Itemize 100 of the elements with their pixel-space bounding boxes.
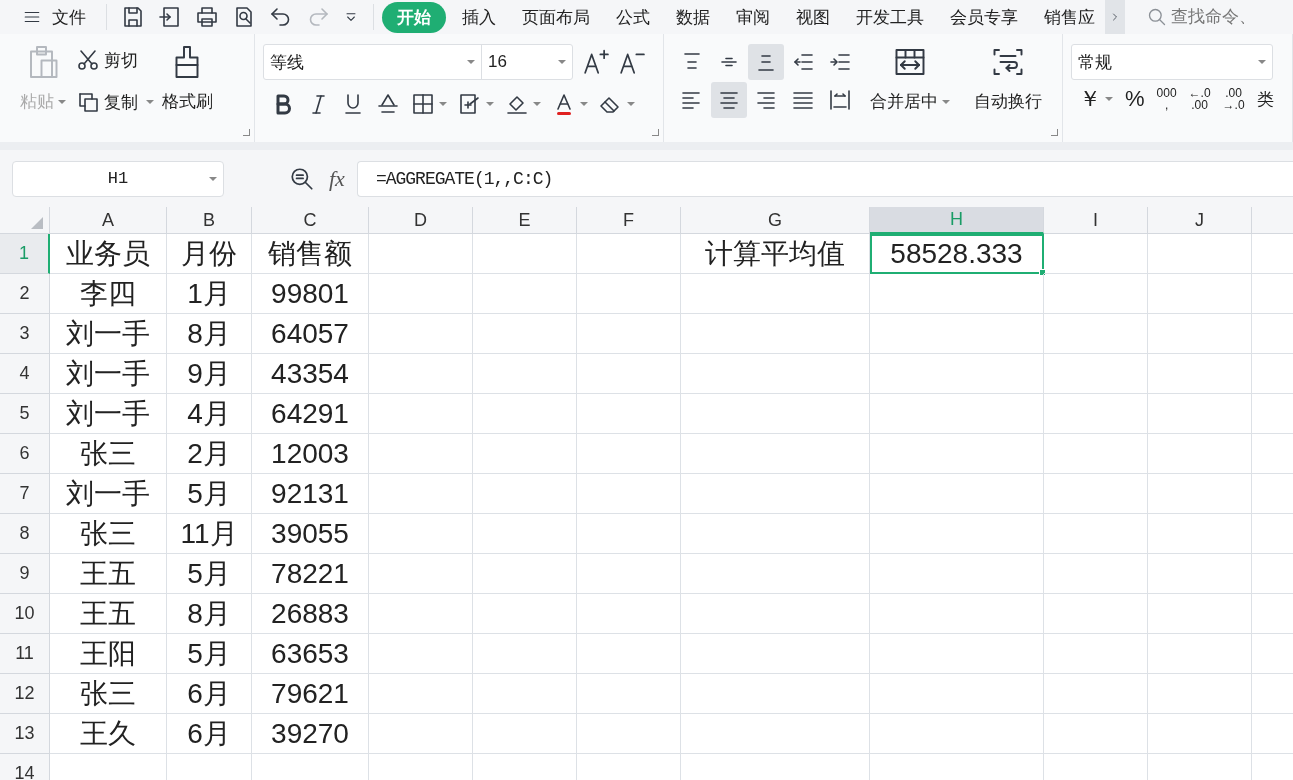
table-cell: 92131 <box>252 474 369 514</box>
align-bottom-button[interactable] <box>748 44 784 80</box>
row-header[interactable]: 2 <box>0 274 50 314</box>
row-header[interactable]: 6 <box>0 434 50 474</box>
table-cell: 11月 <box>167 514 252 554</box>
increase-font-size-icon[interactable] <box>583 49 609 75</box>
row-header[interactable]: 3 <box>0 314 50 354</box>
table-cell: 刘一手 <box>50 474 167 514</box>
row-header[interactable]: 14 <box>0 754 50 780</box>
table-cell: 6月 <box>167 714 252 754</box>
table-cell: 43354 <box>252 354 369 394</box>
font-size-dropdown[interactable]: 16 <box>482 45 572 79</box>
table-cell: 78221 <box>252 554 369 594</box>
borders-icon[interactable] <box>411 92 435 116</box>
row-header[interactable]: 8 <box>0 514 50 554</box>
table-cell: 5月 <box>167 554 252 594</box>
row-header[interactable]: 5 <box>0 394 50 434</box>
column-header[interactable]: C <box>252 207 369 234</box>
table-cell: 6月 <box>167 674 252 714</box>
table-cell: 刘一手 <box>50 354 167 394</box>
table-cell: 39055 <box>252 514 369 554</box>
table-cell: 月份 <box>167 234 252 274</box>
copy-button[interactable]: 复制 <box>76 86 154 118</box>
table-cell: 张三 <box>50 434 167 474</box>
distributed-icon <box>828 88 852 112</box>
ribbon-tab[interactable]: 公式 <box>606 1 660 33</box>
ribbon-tab[interactable]: 视图 <box>786 1 840 33</box>
copy-icon <box>76 90 100 114</box>
ribbon-tab[interactable]: 开发工具 <box>846 1 934 33</box>
format-painter-button[interactable]: 格式刷 <box>162 44 212 142</box>
search-icon <box>1147 7 1167 27</box>
table-cell: 王五 <box>50 594 167 634</box>
table-cell: 王久 <box>50 714 167 754</box>
decrease-decimal-button[interactable]: .00 →.0 <box>1222 88 1245 111</box>
table-cell: 计算平均值 <box>681 234 870 274</box>
row-header[interactable]: 7 <box>0 474 50 514</box>
row-header[interactable]: 13 <box>0 714 50 754</box>
type-label[interactable]: 类 <box>1256 88 1274 111</box>
column-header[interactable]: I <box>1044 207 1148 234</box>
number-format-dropdown[interactable]: 常规 <box>1071 44 1273 80</box>
ribbon-tab[interactable]: 审阅 <box>726 1 780 33</box>
save-icon[interactable] <box>121 5 145 29</box>
font-name-dropdown[interactable]: 等线 <box>264 45 482 79</box>
ribbon-tab[interactable]: 数据 <box>666 1 720 33</box>
table-cell: 8月 <box>167 314 252 354</box>
scissors-icon <box>76 48 100 72</box>
table-cell: 张三 <box>50 674 167 714</box>
table-cell: 64057 <box>252 314 369 354</box>
table-cell: 12003 <box>252 434 369 474</box>
column-header[interactable]: F <box>577 207 681 234</box>
table-cell: 张三 <box>50 514 167 554</box>
wrap-text-button[interactable]: 自动换行 <box>962 44 1054 142</box>
column-header[interactable]: B <box>167 207 252 234</box>
row-header[interactable]: 12 <box>0 674 50 714</box>
table-cell: 业务员 <box>50 234 167 274</box>
name-box[interactable]: H1 <box>12 160 224 197</box>
export-icon[interactable] <box>158 5 182 29</box>
table-cell: 2月 <box>167 434 252 474</box>
table-cell: 64291 <box>252 394 369 434</box>
row-header[interactable]: 9 <box>0 554 50 594</box>
print-icon[interactable] <box>195 5 219 29</box>
table-cell: 销售额 <box>252 234 369 274</box>
table-cell: 5月 <box>167 474 252 514</box>
column-header[interactable]: D <box>369 207 473 234</box>
table-cell: 1月 <box>167 274 252 314</box>
table-cell: 99801 <box>252 274 369 314</box>
table-cell: 王五 <box>50 554 167 594</box>
thousands-separator-button[interactable]: 000 , <box>1156 88 1177 111</box>
table-cell: 26883 <box>252 594 369 634</box>
file-menu[interactable]: 文件 <box>0 5 98 29</box>
align-center-button[interactable] <box>711 82 747 118</box>
table-cell[interactable]: 58528.333 <box>870 234 1044 274</box>
ribbon-tab[interactable]: 销售应 <box>1034 1 1105 33</box>
table-cell: 63653 <box>252 634 369 674</box>
currency-button[interactable]: ￥ <box>1079 89 1113 110</box>
table-cell: 5月 <box>167 634 252 674</box>
zoom-icon[interactable] <box>289 165 315 192</box>
cell-style-icon[interactable] <box>458 92 482 116</box>
ribbon-tab[interactable]: 会员专享 <box>940 1 1028 33</box>
table-cell: 8月 <box>167 594 252 634</box>
percent-button[interactable]: % <box>1125 89 1145 110</box>
command-search-field[interactable]: 查找命令、 <box>1147 7 1293 27</box>
column-header[interactable]: E <box>473 207 577 234</box>
ribbon-tab[interactable]: 页面布局 <box>512 1 600 33</box>
row-header[interactable]: 10 <box>0 594 50 634</box>
merge-center-button[interactable]: 合并居中 <box>864 44 956 142</box>
column-header[interactable]: G <box>681 207 870 234</box>
table-cell: 刘一手 <box>50 314 167 354</box>
strikethrough-icon[interactable] <box>376 92 400 116</box>
column-header[interactable]: J <box>1148 207 1252 234</box>
row-header[interactable]: 11 <box>0 634 50 674</box>
table-cell: 李四 <box>50 274 167 314</box>
table-cell: 79621 <box>252 674 369 714</box>
ribbon-tab[interactable]: 插入 <box>452 1 506 33</box>
increase-decimal-button[interactable]: ←.0 .00 <box>1188 88 1211 111</box>
insert-function-button[interactable]: fx <box>329 165 345 192</box>
column-header[interactable]: A <box>50 207 167 234</box>
formula-field[interactable]: =AGGREGATE(1,,C:C) <box>356 160 1293 197</box>
row-header[interactable]: 4 <box>0 354 50 394</box>
cut-button[interactable]: 剪切 <box>76 44 154 76</box>
